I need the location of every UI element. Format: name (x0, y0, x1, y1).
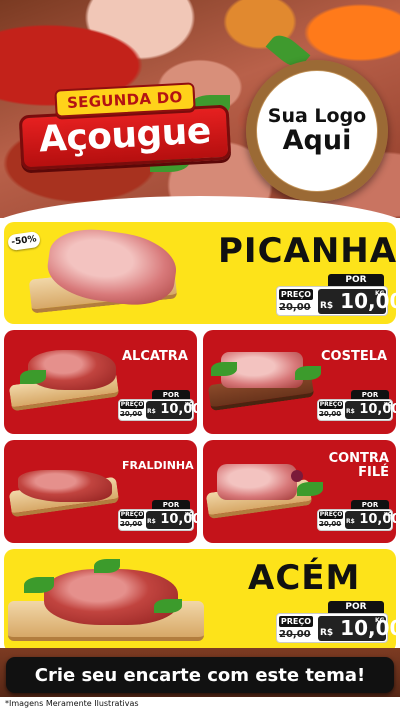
price-tag: POR PREÇO 20,00 R$ 10,00 KG (317, 390, 396, 422)
product-name: CONTRA FILÉ (328, 451, 389, 480)
cta-banner[interactable]: Crie seu encarte com este tema! (6, 657, 394, 693)
product-card-contra-file: CONTRA FILÉ POR PREÇO 20,00 R$ 10,00 KG (203, 440, 396, 543)
old-price: 20,00 (120, 410, 143, 418)
logo-placeholder: Sua Logo Aqui (246, 60, 388, 202)
acem-image (44, 569, 178, 625)
contra-file-image (217, 464, 297, 500)
price-tag: POR PREÇO 20,00 R$ 10,00 KG (317, 500, 396, 532)
price-tag: POR PREÇO 20,00 R$ 10,00 KG (276, 601, 396, 645)
herb-decoration (291, 470, 303, 482)
brand-title: SEGUNDA DO Açougue (18, 82, 232, 176)
old-price: 20,00 (319, 410, 342, 418)
product-card-fraldinha: FRALDINHA POR PREÇO 20,00 R$ 10,00 KG (4, 440, 197, 543)
herb-decoration (20, 370, 46, 384)
price-tag: POR PREÇO 20,00 R$ 10,00 KG (276, 274, 396, 318)
hero-divider-curve (0, 196, 400, 218)
old-price: 20,00 (279, 629, 311, 640)
old-price: 20,00 (120, 520, 143, 528)
product-name: FRALDINHA (122, 459, 194, 472)
product-card-acem: ACÉM POR PREÇO 20,00 R$ 10,00 KG (4, 549, 396, 653)
herb-decoration (211, 362, 237, 376)
product-card-picanha: PICANHA POR PREÇO 20,00 R$ 10,00 KG (4, 222, 396, 324)
logo-line2: Aqui (282, 124, 352, 156)
old-price: 20,00 (319, 520, 342, 528)
price-preco-label: PREÇO (279, 289, 313, 300)
logo-line1: Sua Logo (267, 104, 367, 127)
fraldinha-image (18, 470, 112, 502)
hero-banner: SEGUNDA DO Açougue Sua Logo Aqui (0, 0, 400, 218)
herb-decoration (295, 366, 321, 380)
herb-decoration (297, 482, 323, 496)
unit-label: KG (375, 290, 385, 297)
price-tag: POR PREÇO 20,00 R$ 10,00 KG (118, 390, 197, 422)
price-tag: POR PREÇO 20,00 R$ 10,00 KG (118, 500, 197, 532)
brand-title-main: Açougue (18, 104, 232, 171)
herb-decoration (24, 577, 54, 593)
herb-decoration (94, 559, 120, 573)
product-name: ALCATRA (122, 349, 188, 364)
product-card-costela: COSTELA POR PREÇO 20,00 R$ 10,00 KG (203, 330, 396, 434)
herb-decoration (154, 599, 182, 613)
product-name: PICANHA (218, 231, 396, 271)
product-name: ACÉM (248, 558, 361, 598)
product-name: COSTELA (321, 349, 388, 364)
footnote: *Imagens Meramente Ilustrativas (0, 697, 400, 711)
old-price: 20,00 (279, 302, 311, 313)
product-card-alcatra: ALCATRA POR PREÇO 20,00 R$ 10,00 KG (4, 330, 197, 434)
